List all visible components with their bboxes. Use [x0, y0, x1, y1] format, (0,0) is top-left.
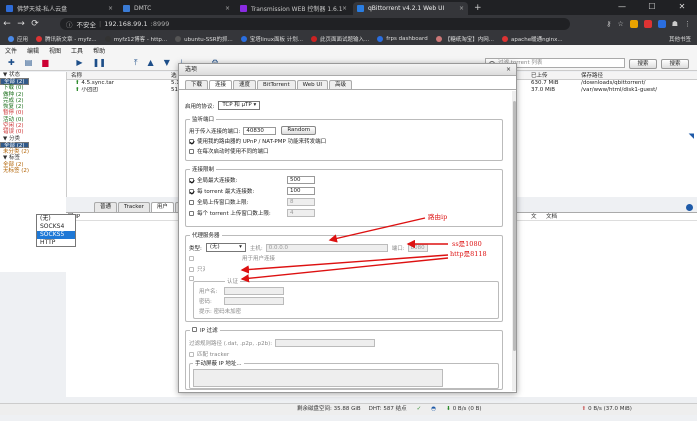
annotation-arrows: [240, 217, 449, 283]
annotation-ss-port: ss是1080: [452, 240, 482, 248]
annotation-http-port: http是8118: [450, 250, 487, 258]
annotation-router-ip: 路由ip: [428, 213, 448, 221]
